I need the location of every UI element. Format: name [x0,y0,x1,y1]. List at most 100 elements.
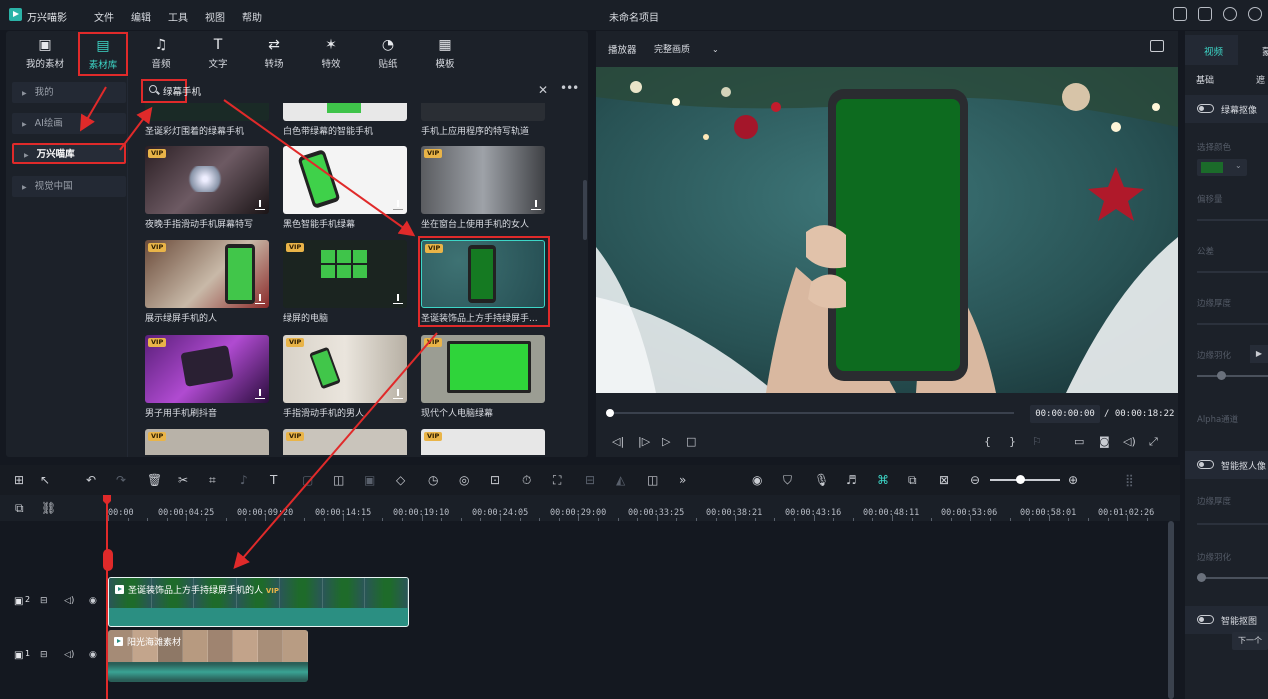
more-options-icon[interactable]: ••• [560,81,579,95]
audio-detach-icon[interactable]: ♪ [240,473,248,487]
cloud-upload-icon[interactable] [1223,7,1237,21]
stop-icon[interactable]: □ [686,435,696,448]
timer-icon[interactable]: ⏱ [522,473,531,488]
layout-grid-icon[interactable]: ⊞ [14,473,24,487]
chroma-key-toggle[interactable] [1197,104,1214,113]
step-play-icon[interactable]: |▷ [638,435,650,448]
select-tool-icon[interactable]: ↖ [40,473,50,487]
playhead[interactable] [106,495,108,699]
media-item[interactable]: VIP [145,429,269,455]
download-icon[interactable] [393,200,403,210]
edge-thickness-slider-2[interactable] [1197,523,1268,525]
edge-feather-slider[interactable] [1197,375,1268,377]
fit-icon[interactable]: ⛶ [553,473,561,488]
download-icon[interactable] [393,294,403,304]
media-item[interactable]: VIP [421,429,545,455]
sidebar-item-ai-painting[interactable]: ▶ AI绘画 [12,113,126,134]
zoom-in-icon[interactable]: ⊕ [1068,473,1078,487]
download-icon[interactable] [393,389,403,399]
snap-icon[interactable]: ⌘ [877,473,889,487]
marker-icon[interactable]: ⛉ [783,473,792,488]
mosaic-icon[interactable]: ◭ [616,473,625,487]
prev-frame-icon[interactable]: ◁| [612,435,624,448]
lock-icon[interactable]: ⊟ [40,596,48,606]
support-icon[interactable] [1248,7,1262,21]
speed-icon[interactable]: ◷ [428,473,438,487]
fit-timeline-icon[interactable]: ⊠ [939,473,949,487]
volume-icon[interactable]: ◁) [1123,435,1136,448]
display-icon[interactable]: ▭ [1074,435,1084,448]
playhead-handle[interactable] [103,549,113,571]
volume-icon[interactable]: ◁) [64,596,74,606]
mark-in-icon[interactable]: { [984,435,991,448]
eye-icon[interactable]: ◉ [89,596,97,606]
cut-icon[interactable]: ✂ [178,473,188,487]
download-icon[interactable] [531,200,541,210]
zoom-out-icon[interactable]: ⊖ [970,473,980,487]
zoom-slider-knob[interactable] [1016,475,1025,484]
library-scrollbar[interactable] [583,180,587,240]
video-preview[interactable] [596,67,1178,393]
edge-thickness-slider[interactable] [1197,323,1268,325]
media-item[interactable]: VIP [283,429,407,455]
marker-icon[interactable]: ⚐ [1032,435,1042,448]
eye-icon[interactable]: ◉ [89,650,97,660]
sidebar-item-vcg[interactable]: ▶ 视觉中国 [12,176,126,197]
sidebar-item-wondershare-library[interactable]: ▶ 万兴喵库 [12,143,126,164]
mask-icon[interactable]: ▣ [364,473,375,487]
media-item[interactable]: VIP 夜晚手指滑动手机屏幕特写 [145,146,269,230]
color-icon[interactable]: ◎ [459,473,469,487]
slider-knob[interactable] [1217,371,1226,380]
delete-icon[interactable]: 🗑 [147,473,162,487]
clear-search-icon[interactable]: ✕ [538,83,548,97]
tab-mask[interactable]: 蒙 [1262,44,1268,58]
media-item[interactable]: 圣诞彩灯围着的绿幕手机 [145,103,269,137]
timeline-clip-bottom[interactable]: 阳光海滩素材 [108,630,308,682]
tab-templates[interactable]: ▦ 模板 [420,37,470,70]
slider-knob[interactable] [1197,573,1206,582]
color-picker[interactable]: ⌄ [1197,159,1247,176]
microphone-icon[interactable]: 🎙 [814,473,829,487]
stabilize-icon[interactable]: ⊡ [490,473,500,487]
playback-progress[interactable] [606,409,1014,417]
subtab-basic[interactable]: 基础 [1196,73,1214,86]
camera-icon[interactable]: ◙ [1099,435,1110,448]
timeline-clip-top[interactable]: 圣诞装饰品上方手持绿屏手机的人 VIP [108,577,409,627]
freeze-icon[interactable]: ◫ [647,473,658,487]
tab-transition[interactable]: ⇄ 转场 [249,37,299,70]
subtab-mask[interactable]: 遮 [1256,73,1265,86]
smart-portrait-toggle[interactable] [1197,460,1214,469]
lock-icon[interactable]: ⊟ [40,650,48,660]
media-item[interactable]: VIP 坐在窗台上使用手机的女人 [421,146,545,230]
media-item[interactable]: VIP 绿屏的电脑 [283,240,407,324]
save-icon[interactable] [1198,7,1212,21]
render-icon[interactable]: ◉ [752,473,762,487]
media-item[interactable]: VIP 男子用手机刷抖音 [145,335,269,419]
tolerance-slider[interactable] [1197,271,1268,273]
play-icon[interactable]: ▶ [1250,345,1268,363]
crop-icon[interactable]: ⌗ [209,473,216,488]
ai-cutout-icon[interactable]: ◫ [333,473,344,487]
undo-icon[interactable]: ↶ [86,473,96,487]
offset-slider[interactable] [1197,219,1268,221]
tab-effects[interactable]: ✶ 特效 [306,37,356,70]
snapshot-icon[interactable] [1150,40,1164,52]
media-item[interactable]: 手机上应用程序的特写轨道 [421,103,545,137]
media-item[interactable]: VIP 手指滑动手机的男人 [283,335,407,419]
download-icon[interactable] [255,389,265,399]
edge-feather-slider-2[interactable] [1197,577,1268,579]
mark-out-icon[interactable]: } [1009,435,1016,448]
redo-icon[interactable]: ↷ [116,473,126,487]
layout-icon[interactable] [1173,7,1187,21]
tab-stickers[interactable]: ◔ 贴纸 [363,37,413,70]
pip-icon[interactable]: ⧉ [908,473,917,488]
more-tools-icon[interactable]: » [679,473,686,487]
media-item[interactable]: 白色带绿幕的智能手机 [283,103,407,137]
media-item[interactable]: 黑色智能手机绿幕 [283,146,407,230]
search-input[interactable]: 绿幕手机 [163,84,201,98]
track-settings-icon[interactable]: ⣿ [1125,473,1134,487]
download-icon[interactable] [255,294,265,304]
play-icon[interactable]: ▷ [662,435,670,448]
quality-select[interactable]: 完整画质 ⌄ [654,42,719,55]
fullscreen-icon[interactable]: ⤢ [1149,435,1158,449]
